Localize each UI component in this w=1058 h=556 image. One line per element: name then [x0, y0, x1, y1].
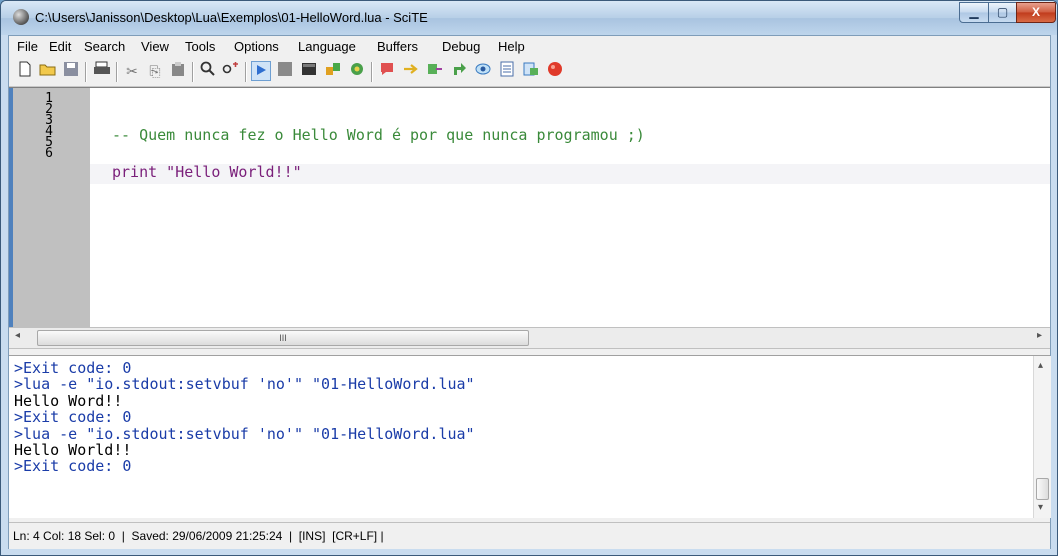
menu-file[interactable]: File: [17, 39, 38, 54]
menu-help[interactable]: Help: [498, 39, 525, 54]
record-icon[interactable]: [545, 61, 565, 81]
title-bar[interactable]: C:\Users\Janisson\Desktop\Lua\Exemplos\0…: [1, 1, 1057, 35]
menu-edit[interactable]: Edit: [49, 39, 71, 54]
watch-icon[interactable]: [473, 61, 493, 81]
scroll-down-icon[interactable]: ▾: [1038, 502, 1043, 513]
output-lines: >Exit code: 0 >lua -e "io.stdout:setvbuf …: [14, 360, 475, 475]
status-text: Ln: 4 Col: 18 Sel: 0 | Saved: 29/06/2009…: [13, 529, 384, 543]
menu-language[interactable]: Language: [298, 39, 356, 54]
scroll-up-icon[interactable]: ▴: [1038, 360, 1043, 371]
code-line-print[interactable]: print "Hello World!!": [112, 163, 302, 181]
export-icon[interactable]: [521, 61, 541, 81]
copy-icon[interactable]: ⎘: [145, 61, 165, 81]
find-icon[interactable]: [198, 61, 218, 81]
replace-icon[interactable]: [221, 61, 241, 81]
scroll-right-icon[interactable]: ▸: [1037, 330, 1042, 341]
toolbar: ✂ ⎘: [9, 58, 1050, 87]
editor-pane[interactable]: 1 2 3 4 5 6 -- Quem nunca fez o Hello Wo…: [9, 87, 1050, 328]
client-area: File Edit Search View Tools Options Lang…: [8, 35, 1051, 549]
open-icon[interactable]: [38, 61, 58, 81]
menu-options[interactable]: Options: [234, 39, 279, 54]
output-line: >lua -e "io.stdout:setvbuf 'no'" "01-Hel…: [14, 375, 475, 394]
line-number-margin: 1 2 3 4 5 6: [9, 88, 90, 328]
output-line: Hello Word!!: [14, 391, 123, 410]
output-line: >Exit code: 0: [14, 359, 132, 377]
menu-buffers[interactable]: Buffers: [377, 39, 418, 54]
output-line: >Exit code: 0: [14, 457, 132, 476]
prev-icon[interactable]: [425, 61, 445, 81]
output-line: >lua -e "io.stdout:setvbuf 'no'" "01-Hel…: [14, 424, 475, 443]
jump-icon[interactable]: [449, 61, 469, 81]
horizontal-scroll-thumb[interactable]: III: [37, 330, 529, 346]
menu-search[interactable]: Search: [84, 39, 125, 54]
close-button[interactable]: X: [1016, 2, 1056, 23]
code-line-comment[interactable]: -- Quem nunca fez o Hello Word é por que…: [112, 126, 645, 144]
menu-bar: File Edit Search View Tools Options Lang…: [9, 36, 1050, 58]
menu-tools[interactable]: Tools: [185, 39, 215, 54]
pane-splitter[interactable]: [9, 349, 1050, 356]
minimize-button[interactable]: ▁: [959, 2, 989, 23]
new-icon[interactable]: [15, 61, 35, 81]
compile-icon[interactable]: [347, 61, 367, 81]
next-icon[interactable]: [401, 61, 421, 81]
window-title: C:\Users\Janisson\Desktop\Lua\Exemplos\0…: [35, 10, 428, 25]
menu-view[interactable]: View: [141, 39, 169, 54]
scite-window: C:\Users\Janisson\Desktop\Lua\Exemplos\0…: [0, 0, 1058, 556]
output-pane[interactable]: >Exit code: 0 >lua -e "io.stdout:setvbuf …: [9, 356, 1051, 518]
horizontal-scrollbar[interactable]: ◂ III ▸: [9, 327, 1050, 349]
cut-icon[interactable]: ✂: [122, 61, 142, 81]
list-icon[interactable]: [497, 61, 517, 81]
vertical-scroll-thumb[interactable]: [1036, 478, 1049, 500]
paste-icon[interactable]: [168, 61, 188, 81]
scroll-left-icon[interactable]: ◂: [15, 330, 20, 341]
console-icon[interactable]: [299, 61, 319, 81]
vertical-scrollbar[interactable]: ▴ ▾: [1033, 356, 1051, 518]
output-line: Hello World!!: [14, 441, 132, 460]
maximize-button[interactable]: ▢: [988, 2, 1017, 23]
go-icon[interactable]: [251, 61, 271, 81]
status-bar: Ln: 4 Col: 18 Sel: 0 | Saved: 29/06/2009…: [9, 522, 1050, 549]
bookmark-icon[interactable]: [377, 61, 397, 81]
stop-icon[interactable]: [275, 61, 295, 81]
app-icon[interactable]: [13, 9, 29, 25]
output-line: >Exit code: 0: [14, 408, 132, 427]
build-icon[interactable]: [323, 61, 343, 81]
print-icon[interactable]: [92, 61, 112, 81]
line-number: 6: [45, 146, 53, 161]
save-icon[interactable]: [61, 61, 81, 81]
menu-debug[interactable]: Debug: [442, 39, 480, 54]
